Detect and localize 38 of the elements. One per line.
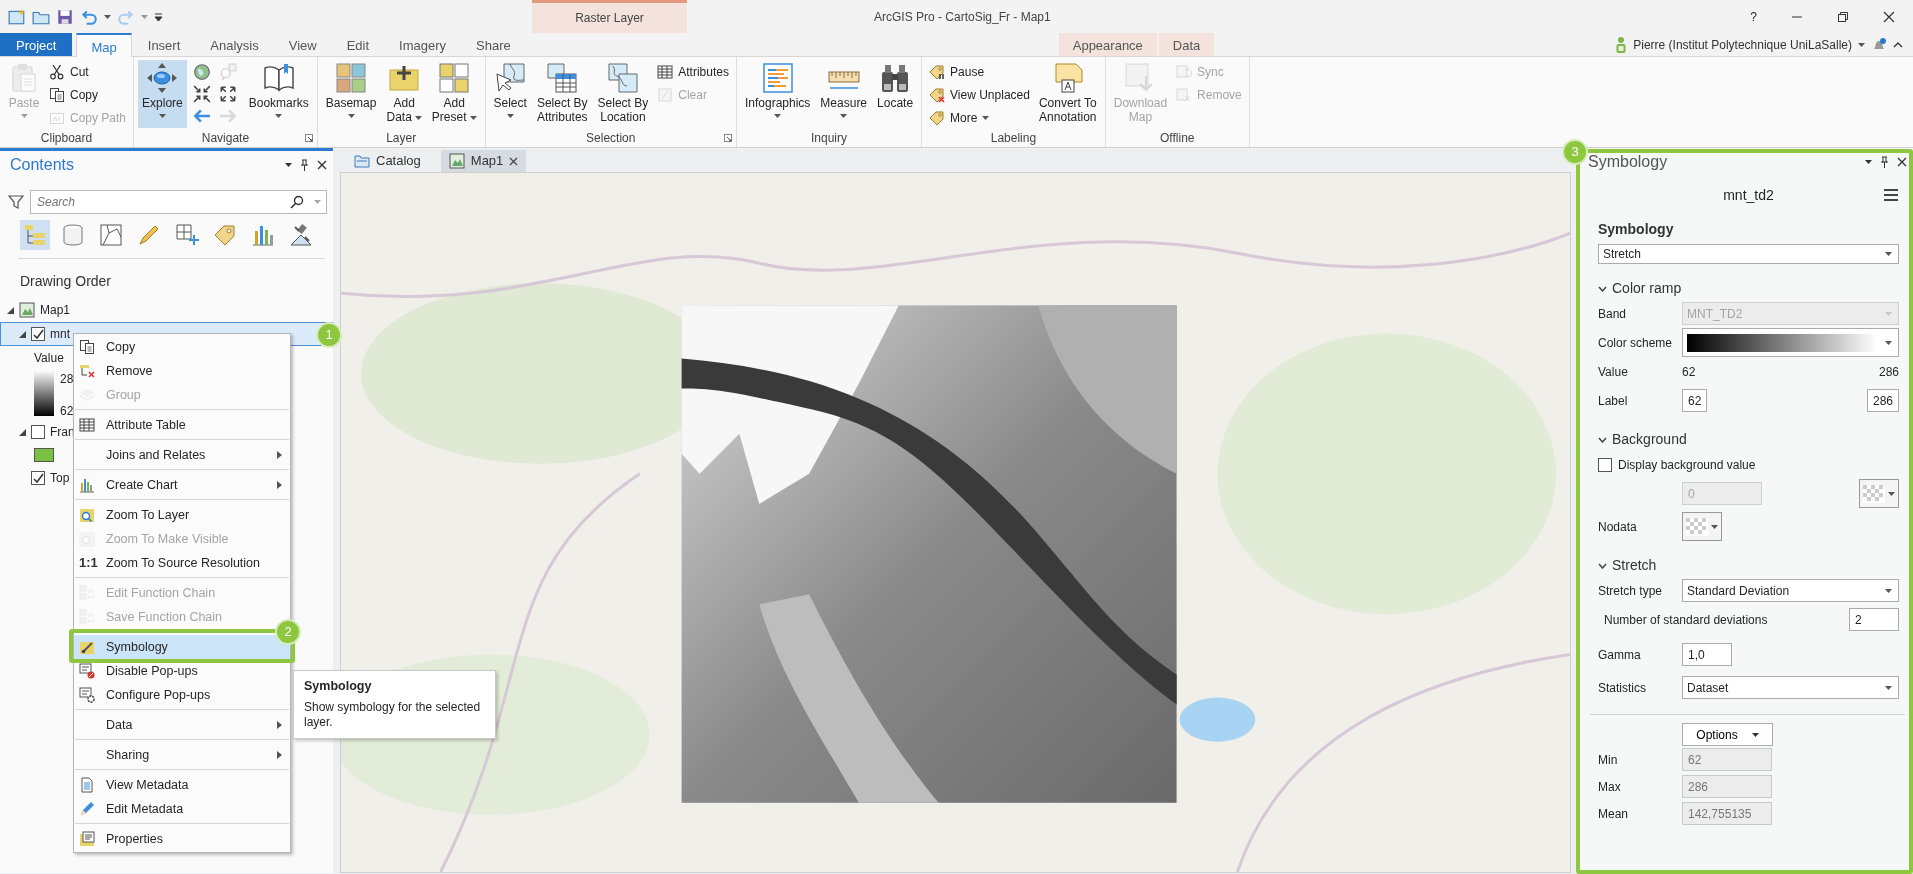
value-text: 286 (1878, 363, 1899, 381)
section-heading: Symbology (1598, 220, 1675, 239)
tooltip-title: Symbology (304, 678, 373, 695)
tooltip-text: Show symbology for the selected layer. (304, 699, 482, 730)
group-title: Layer (385, 130, 418, 147)
group-title: Navigate (200, 130, 251, 147)
field-label: Number of standard deviations (1603, 611, 1768, 629)
field-label: Statistics (1598, 679, 1647, 697)
scale-glyph: 1:1 (79, 554, 98, 573)
pane-title: Symbology (1588, 151, 1668, 172)
statistic-field: 62 (1682, 748, 1772, 771)
legend-title: Value (34, 350, 64, 367)
group-title: Clipboard (39, 130, 94, 147)
field-label: Label (1598, 392, 1629, 410)
checkbox-label: Display background value (1618, 456, 1756, 474)
group-title: Labeling (989, 130, 1038, 147)
group-title: Inquiry (810, 130, 849, 147)
pane-title: Contents (10, 154, 75, 175)
field-label: Gamma (1598, 646, 1642, 664)
field-label: Color scheme (1598, 334, 1674, 352)
group-title: Selection (585, 130, 637, 147)
value-text: 62 (1682, 363, 1696, 381)
field-label: Band (1598, 305, 1628, 323)
contextual-group-title: Raster Layer (532, 0, 687, 33)
field-label: Nodata (1598, 518, 1638, 536)
field-label: Min (1598, 751, 1619, 769)
window-title: ArcGIS Pro - CartoSig_Fr - Map1 (874, 8, 1051, 26)
legend-label: 62 (60, 403, 74, 420)
legend-label: 28 (60, 371, 74, 388)
field-label: Value (1598, 363, 1629, 381)
field-label: Max (1598, 778, 1622, 796)
group-title: Offline (1159, 130, 1196, 147)
layer-name: mnt_td2 (1723, 185, 1774, 205)
statistic-field: 286 (1682, 775, 1772, 798)
statistic-field: 142,755135 (1682, 802, 1772, 825)
section-heading: Drawing Order (19, 272, 113, 291)
field-label: Stretch type (1598, 582, 1664, 600)
field-label: Mean (1598, 805, 1630, 823)
